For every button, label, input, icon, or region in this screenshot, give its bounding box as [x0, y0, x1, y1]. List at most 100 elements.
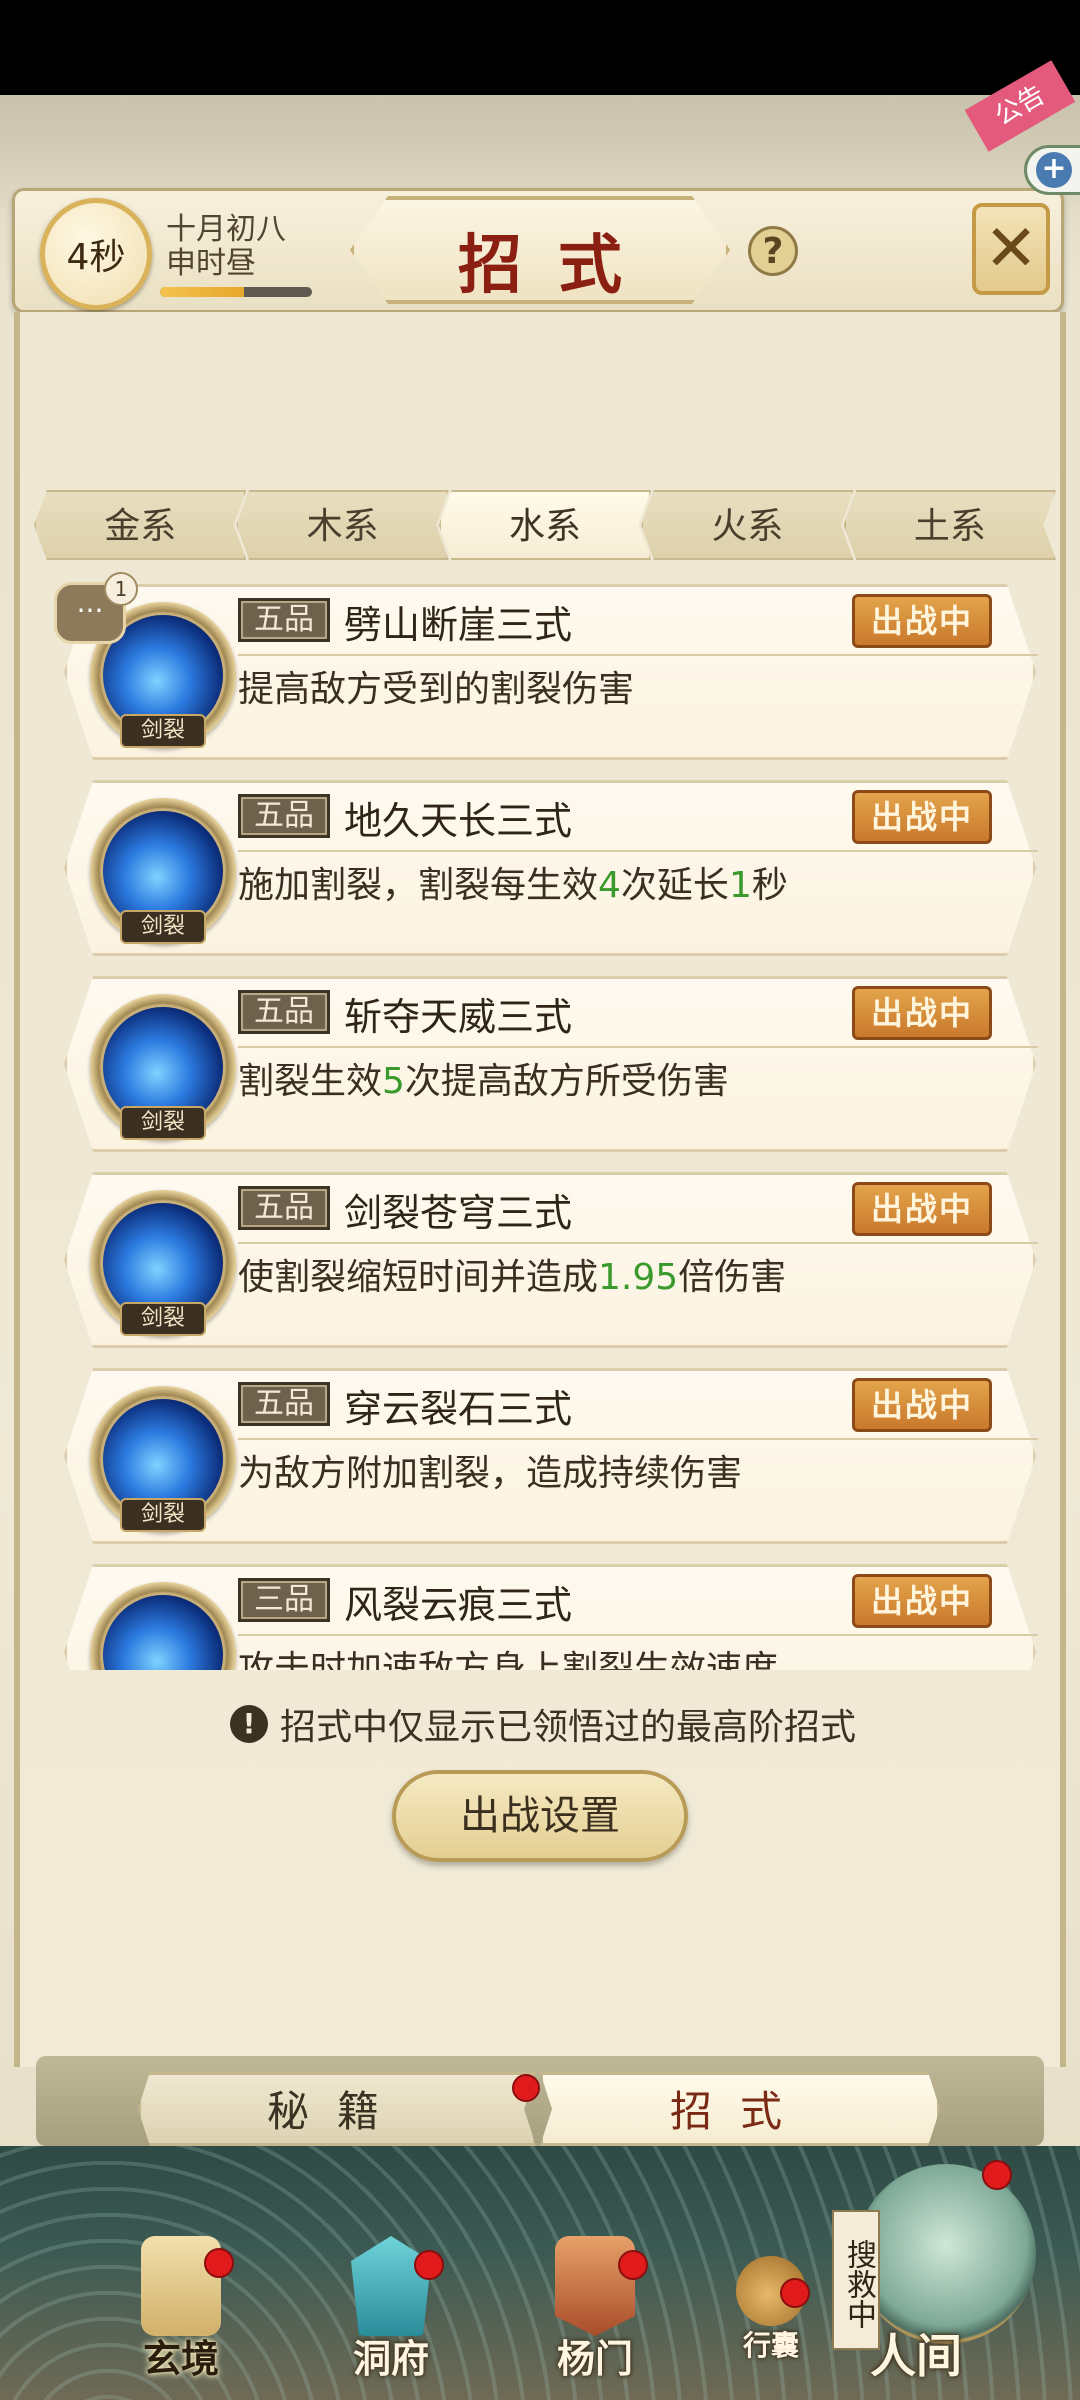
nav-label: 杨门 — [556, 2336, 633, 2381]
nav-xingnang[interactable]: 行囊 — [696, 2236, 846, 2396]
time-of-day: 申时昼 — [166, 246, 256, 281]
status-bar — [0, 0, 1080, 95]
skill-icon[interactable]: 剑裂 — [90, 1190, 236, 1336]
deployed-badge[interactable]: 出战中 — [852, 1574, 992, 1628]
nav-dongfu[interactable]: 洞府 — [316, 2236, 466, 2396]
deployed-badge[interactable]: 出战中 — [852, 1182, 992, 1236]
divider — [238, 654, 1038, 656]
skill-description: 攻击时加速敌方身上割裂生效速度 — [238, 1640, 778, 1670]
skill-row[interactable]: 剑裂 五品 斩夺天威三式 出战中割裂生效5次提高敌方所受伤害 — [34, 974, 1046, 1154]
skill-name: 剑裂苍穹三式 — [344, 1191, 573, 1235]
divider — [238, 1046, 1038, 1048]
skill-description: 为敌方附加割裂，造成持续伤害 — [238, 1444, 742, 1496]
nav-label: 行囊 — [742, 2329, 799, 2362]
skill-grade: 五品 — [238, 990, 330, 1034]
tab-element-1[interactable]: 木系 — [236, 490, 449, 560]
time-progress-fill — [160, 287, 244, 297]
plus-icon: + — [1036, 152, 1072, 188]
skill-description: 割裂生效5次提高敌方所受伤害 — [238, 1052, 729, 1104]
banner-icon — [555, 2236, 635, 2336]
desc-text: 次提高敌方所受伤害 — [404, 1061, 729, 1102]
close-icon: ✕ — [984, 212, 1038, 286]
skill-icon[interactable]: 剑裂 — [90, 798, 236, 944]
desc-text: 倍伤害 — [678, 1257, 787, 1298]
skill-grade: 五品 — [238, 598, 330, 642]
info-icon: ! — [230, 1705, 268, 1743]
tab-element-0[interactable]: 金系 — [34, 490, 247, 560]
highlight-value: 1.95 — [598, 1257, 679, 1298]
nav-yangmen[interactable]: 杨门 — [520, 2236, 670, 2396]
skill-name: 斩夺天威三式 — [344, 995, 573, 1039]
tab-zhaoshi[interactable]: 招式 — [540, 2072, 940, 2146]
skill-description: 提高敌方受到的割裂伤害 — [238, 660, 634, 712]
deploy-settings-button[interactable]: 出战设置 — [392, 1770, 688, 1862]
skill-type-tag: 剑裂 — [120, 1498, 206, 1532]
deployed-badge[interactable]: 出战中 — [852, 1378, 992, 1432]
desc-text: 攻击时加速敌方身上割裂生效速度 — [238, 1649, 779, 1670]
tab-element-4[interactable]: 土系 — [843, 490, 1057, 560]
desc-text: 提高敌方受到的割裂伤害 — [238, 669, 635, 710]
skill-row[interactable]: 剑裂 五品 剑裂苍穹三式 出战中使割裂缩短时间并造成1.95倍伤害 — [34, 1170, 1046, 1350]
divider — [238, 1438, 1038, 1440]
nav-renjian-label: 人间 — [870, 2329, 962, 2383]
hint-text: 招式中仅显示已领悟过的最高阶招式 — [280, 1707, 857, 1748]
highlight-value: 1 — [728, 865, 752, 906]
hint-line: ! 招式中仅显示已领悟过的最高阶招式 — [230, 1698, 856, 1750]
page-title: 招式 — [458, 228, 658, 303]
notification-dot — [414, 2250, 444, 2280]
notification-dot — [204, 2248, 234, 2278]
skill-row[interactable]: 剑裂 五品 地久天长三式 出战中 施加割裂，割裂每生效4次延长1秒 — [34, 778, 1046, 958]
title-plate: 招式 — [350, 188, 730, 312]
desc-text: 施加割裂，割裂每生效 — [238, 865, 599, 906]
lantern-icon — [351, 2236, 431, 2336]
element-tabs: 金系 木系 水系 火系 土系 — [34, 490, 1057, 560]
notification-dot — [982, 2160, 1012, 2190]
deployed-badge[interactable]: 出战中 — [852, 986, 992, 1040]
highlight-value: 5 — [382, 1061, 405, 1102]
skill-grade: 五品 — [238, 1382, 330, 1426]
desc-text: 次延长 — [620, 865, 729, 906]
tab-miji[interactable]: 秘籍 — [138, 2072, 536, 2146]
skill-name: 劈山断崖三式 — [344, 603, 573, 647]
close-button[interactable]: ✕ — [972, 203, 1050, 295]
tab-element-3[interactable]: 火系 — [641, 490, 854, 560]
help-button[interactable]: ? — [748, 226, 798, 276]
divider — [238, 1634, 1038, 1636]
skill-row[interactable]: 剑裂 五品 穿云裂石三式 出战中 为敌方附加割裂，造成持续伤害 — [34, 1366, 1046, 1546]
timer-text: 4秒 — [66, 237, 126, 278]
notification-dot — [512, 2074, 540, 2102]
desc-text: 割裂生效 — [238, 1061, 383, 1102]
skill-icon[interactable]: 剑裂 — [90, 994, 236, 1140]
skill-row[interactable]: 剑裂 五品 劈山断崖三式 出战中提高敌方受到的割裂伤害 — [34, 582, 1046, 762]
skill-description: 施加割裂，割裂每生效4次延长1秒 — [238, 856, 788, 908]
skill-grade: 五品 — [238, 1186, 330, 1230]
skill-art — [103, 1595, 223, 1670]
skill-type-tag: 剑裂 — [120, 1302, 206, 1336]
nav-renjian[interactable] — [856, 2164, 1036, 2344]
chat-badge: 1 — [104, 572, 138, 606]
skill-name: 风裂云痕三式 — [344, 1583, 573, 1627]
tab-element-2[interactable]: 水系 — [438, 490, 652, 560]
deployed-badge[interactable]: 出战中 — [852, 790, 992, 844]
notification-dot — [618, 2250, 648, 2280]
notification-dot — [780, 2278, 810, 2308]
desc-text: 秒 — [751, 865, 788, 906]
nav-label: 洞府 — [352, 2336, 429, 2381]
timer-badge: 4秒 — [40, 198, 152, 310]
expand-button[interactable]: + — [1024, 145, 1080, 195]
skill-description: 使割裂缩短时间并造成1.95倍伤害 — [238, 1248, 786, 1300]
skill-row[interactable]: 剑裂三品风裂云痕三式出战中攻击时加速敌方身上割裂生效速度 — [34, 1562, 1046, 1670]
deployed-badge[interactable]: 出战中 — [852, 594, 992, 648]
skill-list[interactable]: 剑裂 五品 劈山断崖三式 出战中 提高敌方受到的割裂伤害 剑裂 五品 地久天长三式 出战中 施加割… — [34, 582, 1046, 1670]
skill-icon[interactable]: 剑裂 — [90, 1386, 236, 1532]
skill-type-tag: 剑裂 — [120, 910, 206, 944]
skill-type-tag: 剑裂 — [120, 1106, 206, 1140]
divider — [238, 1242, 1038, 1244]
divider — [238, 850, 1038, 852]
desc-text: 使割裂缩短时间并造成 — [238, 1257, 599, 1298]
desc-text: 为敌方附加割裂，造成持续伤害 — [238, 1453, 743, 1494]
skill-name: 地久天长三式 — [344, 799, 573, 843]
nav-label: 玄境 — [142, 2336, 219, 2381]
skill-grade: 三品 — [238, 1578, 330, 1622]
skill-type-tag: 剑裂 — [120, 714, 206, 748]
